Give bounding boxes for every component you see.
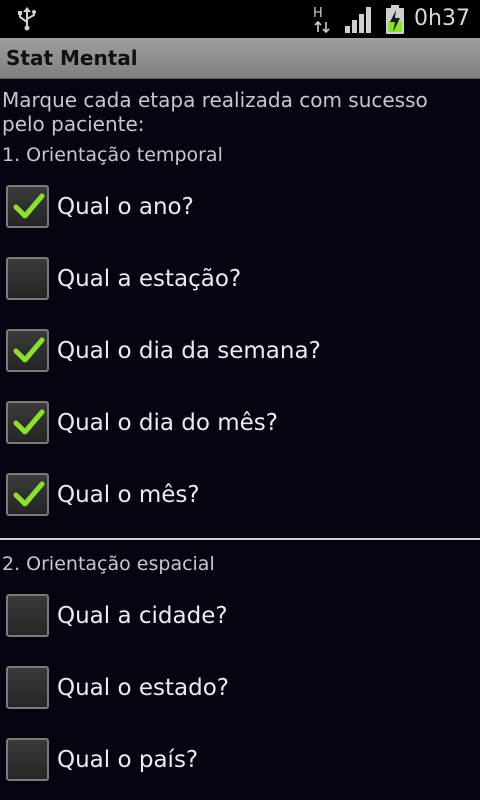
checkbox[interactable] [6, 594, 49, 637]
checkbox[interactable] [6, 473, 49, 516]
checkbox[interactable] [6, 666, 49, 709]
checkmark-icon [13, 481, 45, 507]
item-label: Qual o país? [57, 747, 199, 773]
item-label: Qual a cidade? [57, 603, 228, 629]
status-bar: H 0h37 [0, 0, 480, 38]
checkbox-item-dia-mes[interactable]: Qual o dia do mês? [0, 388, 480, 460]
checkbox[interactable] [6, 185, 49, 228]
checkbox[interactable] [6, 257, 49, 300]
checkbox-item-pais[interactable]: Qual o país? [0, 725, 480, 797]
checkbox-item-ano[interactable]: Qual o ano? [0, 172, 480, 244]
signal-icon [344, 6, 374, 38]
network-type-label: H [313, 6, 323, 21]
item-label: Qual o dia da semana? [57, 338, 321, 364]
section-title-espacial: 2. Orientação espacial [2, 553, 215, 575]
checkmark-icon [13, 409, 45, 435]
battery-charging-icon [385, 5, 405, 39]
checkbox-item-mes[interactable]: Qual o mês? [0, 460, 480, 532]
checkmark-icon [13, 193, 45, 219]
item-label: Qual o ano? [57, 194, 194, 220]
checkmark-icon [13, 337, 45, 363]
item-label: Qual o dia do mês? [57, 410, 278, 436]
checkbox[interactable] [6, 329, 49, 372]
section-divider [0, 538, 480, 540]
instructions-text: Marque cada etapa realizada com sucesso … [2, 88, 428, 136]
checkbox-item-estacao[interactable]: Qual a estação? [0, 244, 480, 316]
checkbox[interactable] [6, 738, 49, 781]
checkbox-item-cidade[interactable]: Qual a cidade? [0, 581, 480, 653]
checkbox-item-dia-semana[interactable]: Qual o dia da semana? [0, 316, 480, 388]
checkbox-item-estado[interactable]: Qual o estado? [0, 653, 480, 725]
section-title-temporal: 1. Orientação temporal [2, 144, 223, 166]
item-label: Qual o mês? [57, 482, 200, 508]
app-title: Stat Mental [6, 46, 138, 70]
usb-icon [16, 6, 38, 36]
item-label: Qual o estado? [57, 675, 229, 701]
title-bar: Stat Mental [0, 38, 480, 79]
checkbox[interactable] [6, 401, 49, 444]
network-h-icon: H [312, 4, 338, 38]
clock-time: 0h37 [414, 6, 470, 31]
item-label: Qual a estação? [57, 266, 242, 292]
